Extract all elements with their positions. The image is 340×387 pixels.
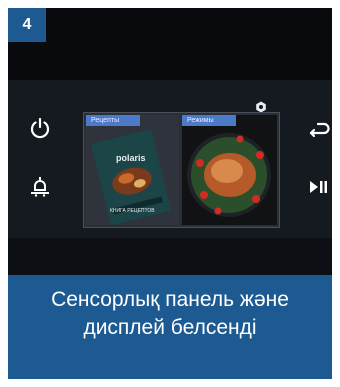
book-title: КНИГА РЕЦЕПТОВ <box>110 208 155 214</box>
step-number-badge: 4 <box>8 8 46 42</box>
step-caption: Сенсорлық панель және дисплей белсенді <box>8 286 332 342</box>
oven-control-panel-photo: 4 polaris КНИГА РЕЦЕПТОВ Рецепты Режимы <box>8 8 332 275</box>
tile-label-recipes: Рецепты <box>86 115 140 126</box>
modes-tile[interactable]: Режимы <box>182 115 277 225</box>
lamp-icon[interactable] <box>27 173 53 199</box>
power-icon[interactable] <box>27 115 53 141</box>
recipes-tile[interactable]: polaris КНИГА РЕЦЕПТОВ Рецепты <box>86 115 179 225</box>
instruction-card: 4 polaris КНИГА РЕЦЕПТОВ Рецепты Режимы … <box>8 8 332 379</box>
back-arrow-icon[interactable] <box>305 116 331 142</box>
touch-display[interactable]: polaris КНИГА РЕЦЕПТОВ Рецепты Режимы <box>83 112 280 228</box>
book-brand: polaris <box>116 153 146 163</box>
caption-line-1: Сенсорлық панель және <box>51 288 289 311</box>
caption-line-2: дисплей белсенді <box>83 316 257 339</box>
settings-icon[interactable] <box>255 100 267 113</box>
play-pause-icon[interactable] <box>305 174 331 200</box>
tile-label-modes: Режимы <box>182 115 236 126</box>
